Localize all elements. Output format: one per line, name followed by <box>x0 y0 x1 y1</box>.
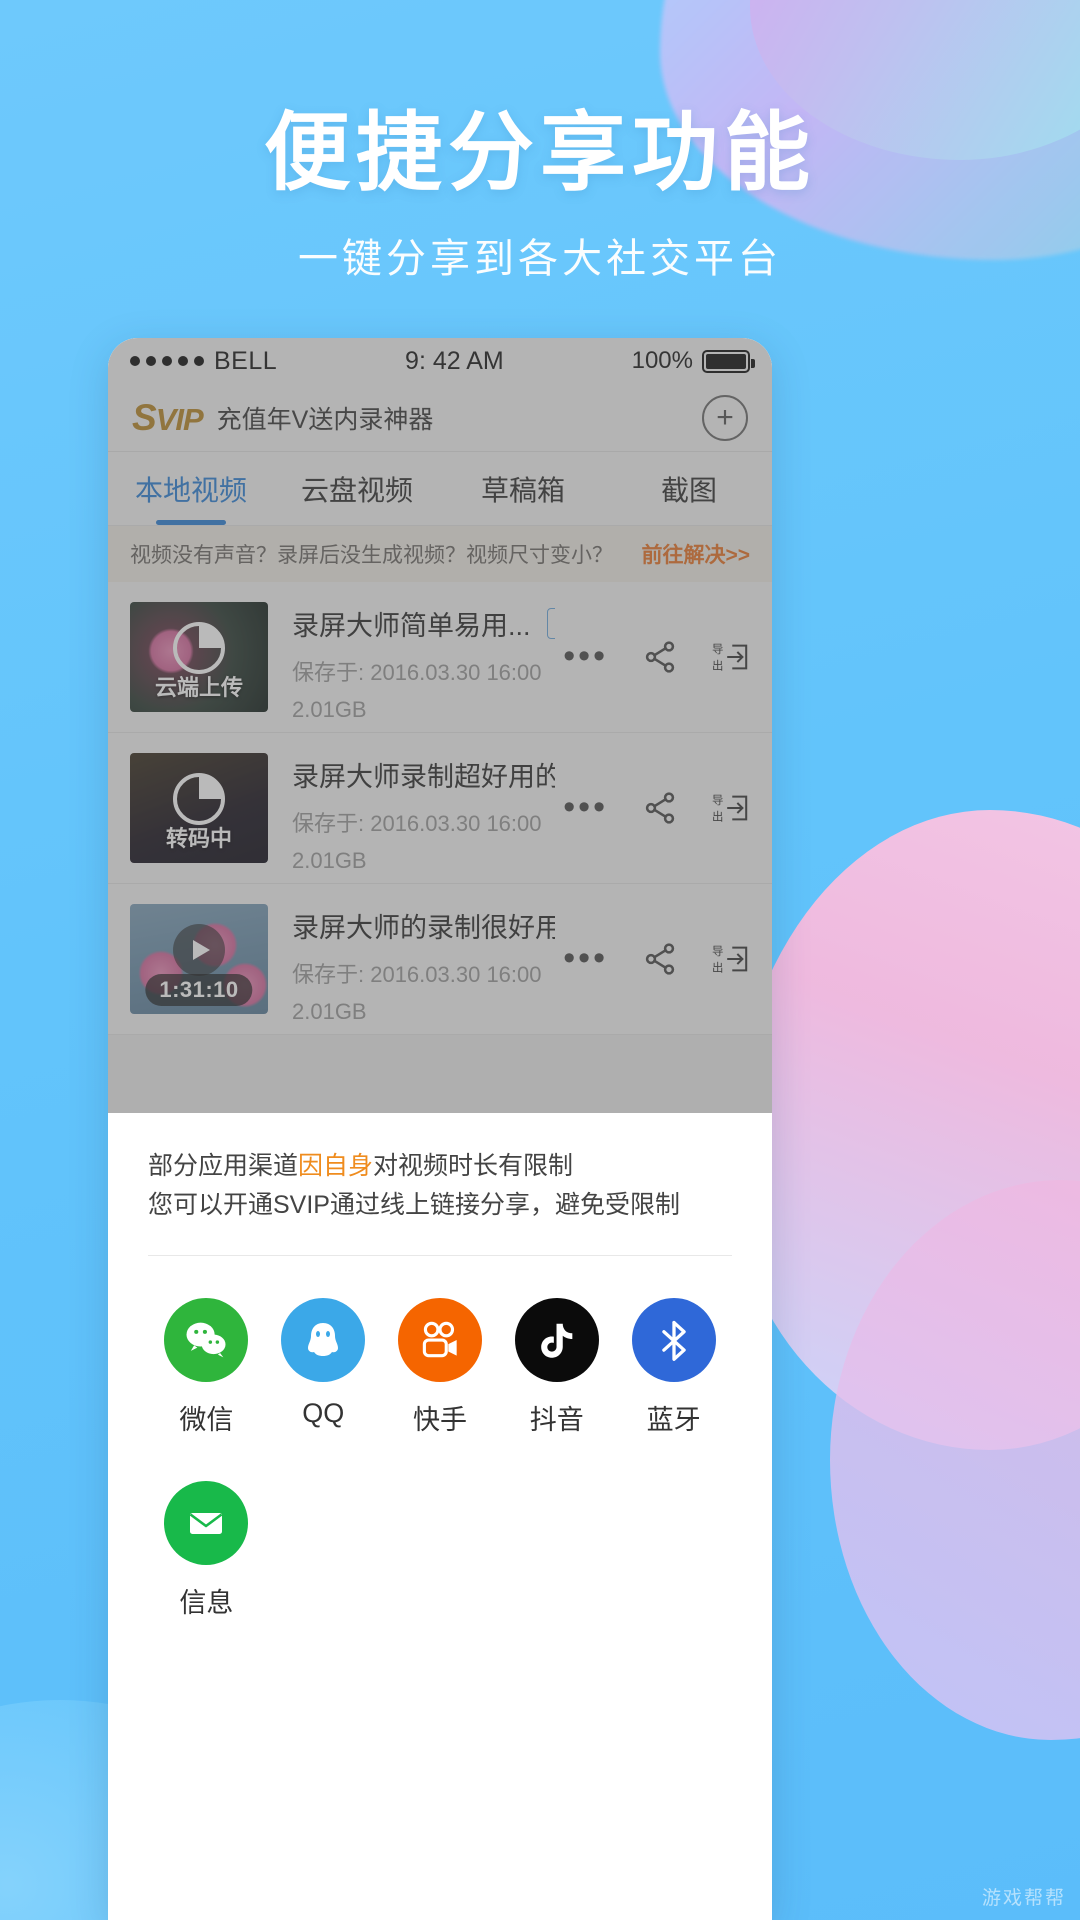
video-saved-date: 保存于: 2016.03.30 16:00 <box>292 660 542 685</box>
watermark: 游戏帮帮 <box>981 1888 1066 1909</box>
share-target-kuaishou[interactable]: 快手 <box>382 1297 499 1437</box>
thumbnail-status-label: 云端上传 <box>154 675 243 700</box>
play-icon[interactable] <box>173 924 225 977</box>
battery-percent-label: 100% <box>631 347 693 374</box>
message-icon <box>164 1480 249 1565</box>
share-target-grid: 微信 QQ 快手 抖音 蓝牙 信息 <box>148 1256 732 1664</box>
more-options-icon[interactable]: ••• <box>563 640 608 673</box>
tab-cloud-video[interactable]: 云盘视频 <box>274 452 440 525</box>
tab-active-indicator <box>156 520 226 525</box>
add-button[interactable]: + <box>702 394 748 441</box>
share-target-label: 信息 <box>179 1587 234 1618</box>
table-row[interactable]: 云端上传 录屏大师简单易用... 已转码 ? 保存于: 2016.03.30 1… <box>108 582 772 733</box>
app-screen: BELL 9: 42 AM 100% SVIP 充值年V送内录神器 + 本地视频… <box>108 338 772 1113</box>
thumbnail-status-label: 转码中 <box>165 826 232 851</box>
svg-text:导: 导 <box>712 642 723 656</box>
notice-bar[interactable]: 视频没有声音？录屏后没生成视频？视频尺寸变小？ 前往解决>> <box>108 526 772 582</box>
tab-local-video[interactable]: 本地视频 <box>108 452 274 525</box>
video-actions: ••• 导 出 <box>555 941 750 977</box>
share-sheet: 部分应用渠道因自身对视频时长有限制 您可以开通SVIP通过线上链接分享，避免受限… <box>108 1113 772 1920</box>
wechat-icon <box>164 1297 249 1382</box>
video-actions: ••• 导 出 <box>555 639 750 675</box>
video-saved-date: 保存于: 2016.03.30 16:00 <box>292 811 542 836</box>
share-icon[interactable] <box>642 639 678 675</box>
export-icon[interactable]: 导 出 <box>712 942 750 976</box>
export-icon[interactable]: 导 出 <box>712 640 750 674</box>
signal-strength-icon <box>130 356 204 366</box>
status-badge: 已转码 <box>546 608 556 639</box>
video-size: 2.01GB <box>292 999 367 1024</box>
video-saved-date: 保存于: 2016.03.30 16:00 <box>292 962 542 987</box>
carrier-label: BELL <box>214 346 278 375</box>
export-icon[interactable]: 导 出 <box>712 791 750 825</box>
qq-icon <box>281 1297 366 1382</box>
svg-text:出: 出 <box>712 659 723 673</box>
share-sheet-note: 部分应用渠道因自身对视频时长有限制 您可以开通SVIP通过线上链接分享，避免受限… <box>148 1147 732 1225</box>
page-title: 便捷分享功能 <box>264 105 816 201</box>
share-target-label: 微信 <box>179 1404 234 1435</box>
app-header: SVIP 充值年V送内录神器 + <box>108 384 772 452</box>
note-line2: 您可以开通SVIP通过线上链接分享，避免受限制 <box>148 1190 680 1219</box>
share-target-bluetooth[interactable]: 蓝牙 <box>615 1297 732 1437</box>
notice-text: 视频没有声音？录屏后没生成视频？视频尺寸变小？ <box>130 544 613 567</box>
notice-resolve-link[interactable]: 前往解决>> <box>641 539 750 569</box>
share-target-qq[interactable]: QQ <box>265 1297 382 1437</box>
svg-text:导: 导 <box>712 793 723 807</box>
progress-clock-icon <box>173 622 225 675</box>
table-row[interactable]: 转码中 录屏大师录制超好用的... 保存于: 2016.03.30 16:00 … <box>108 733 772 884</box>
note-line1-suffix: 对视频时长有限制 <box>373 1152 574 1180</box>
phone-mockup: BELL 9: 42 AM 100% SVIP 充值年V送内录神器 + 本地视频… <box>108 338 772 1920</box>
video-meta: 录屏大师简单易用... 已转码 ? 保存于: 2016.03.30 16:00 … <box>268 602 556 723</box>
share-target-label: 快手 <box>412 1404 467 1435</box>
video-title: 录屏大师录制超好用的... <box>292 762 556 792</box>
video-size: 2.01GB <box>292 848 367 873</box>
svip-logo[interactable]: SVIP <box>132 397 204 439</box>
share-target-label: 抖音 <box>529 1404 584 1435</box>
share-target-message[interactable]: 信息 <box>148 1480 265 1620</box>
share-target-label: QQ <box>302 1397 345 1428</box>
video-title: 录屏大师简单易用... 已转码 ? <box>292 604 556 643</box>
tab-drafts[interactable]: 草稿箱 <box>440 452 606 525</box>
share-target-label: 蓝牙 <box>646 1404 701 1435</box>
note-line1-prefix: 部分应用渠道 <box>148 1152 299 1180</box>
video-meta: 录屏大师的录制很好用... 保存于: 2016.03.30 16:00 2.01… <box>268 904 555 1025</box>
share-icon[interactable] <box>642 790 678 826</box>
video-thumbnail[interactable]: 1:31:10 <box>130 904 268 1014</box>
share-target-douyin[interactable]: 抖音 <box>498 1297 615 1437</box>
svg-text:出: 出 <box>712 961 723 975</box>
battery-icon <box>702 349 755 373</box>
share-icon[interactable] <box>642 941 678 977</box>
video-size: 2.01GB <box>292 697 367 722</box>
svg-text:出: 出 <box>712 810 723 824</box>
list-empty-tail <box>108 1035 772 1113</box>
video-thumbnail[interactable]: 云端上传 <box>130 602 268 712</box>
douyin-icon <box>514 1297 599 1382</box>
promo-text-block: 便捷分享功能 一键分享到各大社交平台 <box>0 108 1080 284</box>
status-bar-clock: 9: 42 AM <box>405 346 504 375</box>
progress-clock-icon <box>173 773 225 826</box>
video-duration: 1:31:10 <box>145 974 253 1006</box>
app-header-promo-text[interactable]: 充值年V送内录神器 <box>217 400 434 436</box>
tab-bar: 本地视频 云盘视频 草稿箱 截图 <box>108 452 772 526</box>
more-options-icon[interactable]: ••• <box>563 791 608 824</box>
svg-text:导: 导 <box>712 944 723 958</box>
note-line1-highlight: 因自身 <box>298 1152 374 1180</box>
share-target-wechat[interactable]: 微信 <box>148 1297 265 1437</box>
bluetooth-icon <box>631 1297 716 1382</box>
tab-screenshots[interactable]: 截图 <box>606 452 772 525</box>
video-title: 录屏大师的录制很好用... <box>292 913 556 943</box>
status-bar: BELL 9: 42 AM 100% <box>108 338 772 384</box>
table-row[interactable]: 1:31:10 录屏大师的录制很好用... 保存于: 2016.03.30 16… <box>108 884 772 1035</box>
kuaishou-icon <box>397 1297 482 1382</box>
more-options-icon[interactable]: ••• <box>563 942 608 975</box>
page-subtitle: 一键分享到各大社交平台 <box>298 237 782 282</box>
video-meta: 录屏大师录制超好用的... 保存于: 2016.03.30 16:00 2.01… <box>268 753 555 874</box>
video-actions: ••• 导 出 <box>555 790 750 826</box>
video-thumbnail[interactable]: 转码中 <box>130 753 268 863</box>
video-list: 云端上传 录屏大师简单易用... 已转码 ? 保存于: 2016.03.30 1… <box>108 582 772 1113</box>
